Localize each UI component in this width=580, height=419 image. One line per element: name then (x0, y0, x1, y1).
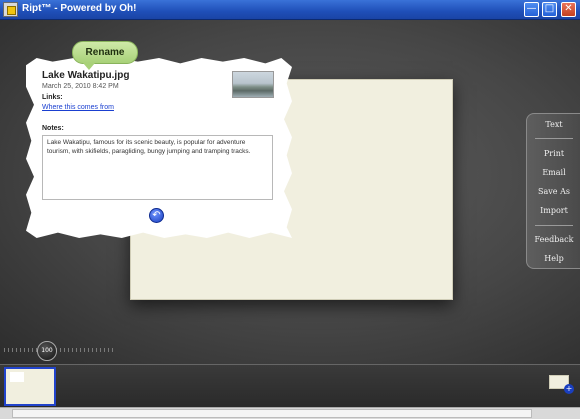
maximize-button[interactable]: □ (542, 2, 557, 17)
back-arrow-icon[interactable]: ↶ (149, 208, 164, 223)
side-menu: Text Print Email Save As Import Feedback… (526, 113, 580, 269)
horizontal-scrollbar[interactable] (0, 407, 580, 419)
minimize-button[interactable]: — (524, 2, 539, 17)
links-label: Links: (42, 94, 63, 101)
window-title: Ript™ - Powered by Oh! (22, 3, 137, 14)
zoom-slider[interactable] (4, 348, 116, 352)
menu-item-help[interactable]: Help (531, 254, 577, 263)
menu-item-save-as[interactable]: Save As (531, 187, 577, 196)
menu-divider (535, 138, 573, 139)
title-bar: Ript™ - Powered by Oh! — □ ✕ (0, 0, 580, 20)
file-name[interactable]: Lake Wakatipu.jpg (42, 70, 129, 81)
source-link[interactable]: Where this comes from (42, 104, 114, 111)
menu-item-text[interactable]: Text (531, 120, 577, 129)
scrollbar-thumb[interactable] (12, 409, 532, 418)
menu-item-email[interactable]: Email (531, 168, 577, 177)
close-button[interactable]: ✕ (561, 2, 576, 17)
app-icon[interactable] (3, 2, 18, 17)
add-photo-button[interactable] (549, 375, 574, 394)
filmstrip-thumbnail-card (10, 372, 24, 382)
menu-item-feedback[interactable]: Feedback (531, 235, 577, 244)
photo-thumbnail (232, 71, 274, 98)
menu-divider (535, 225, 573, 226)
rename-button[interactable]: Rename (72, 41, 138, 70)
notes-label: Notes: (42, 125, 64, 132)
menu-item-print[interactable]: Print (531, 149, 577, 158)
notes-textarea[interactable]: Lake Wakatipu, famous for its scenic bea… (42, 135, 273, 200)
filmstrip-thumbnail[interactable] (4, 367, 56, 406)
file-date: March 25, 2010 8:42 PM (42, 83, 119, 90)
menu-item-import[interactable]: Import (531, 206, 577, 215)
zoom-knob[interactable]: 100 (37, 341, 57, 361)
